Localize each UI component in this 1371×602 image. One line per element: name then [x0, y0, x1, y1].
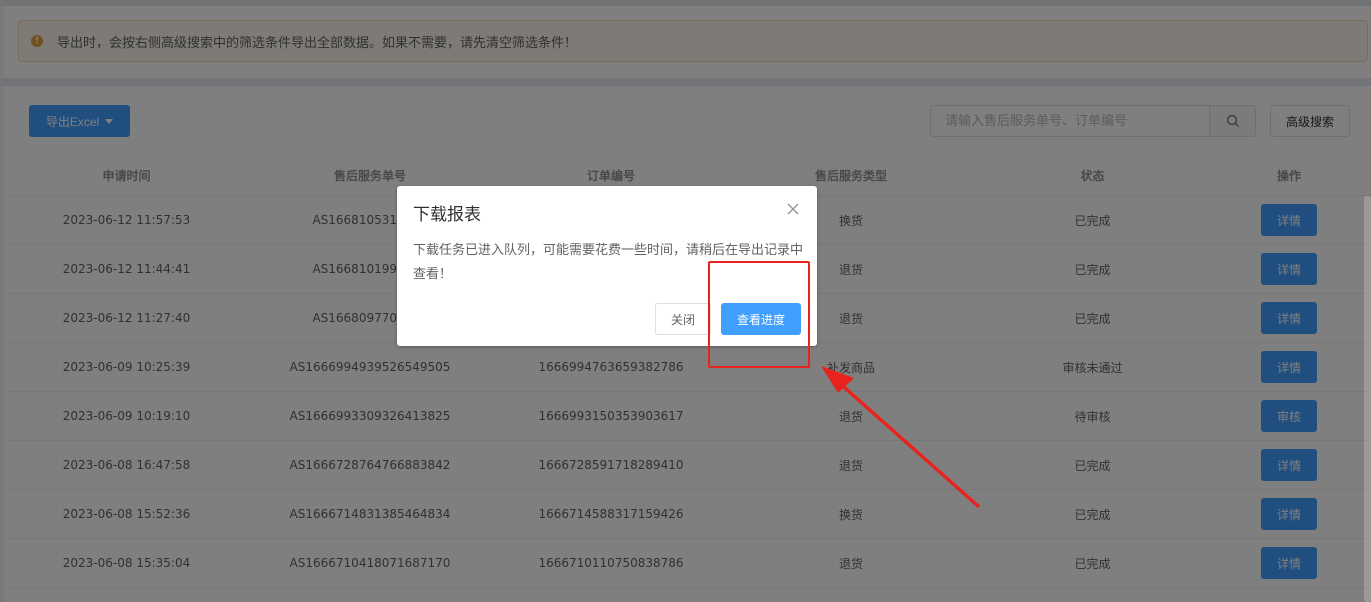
close-icon[interactable] — [786, 202, 800, 216]
page-scrollbar[interactable] — [1364, 196, 1371, 602]
annotation-highlight-box — [708, 261, 810, 368]
dialog-title: 下载报表 — [413, 205, 481, 225]
close-button[interactable]: 关闭 — [655, 303, 711, 335]
